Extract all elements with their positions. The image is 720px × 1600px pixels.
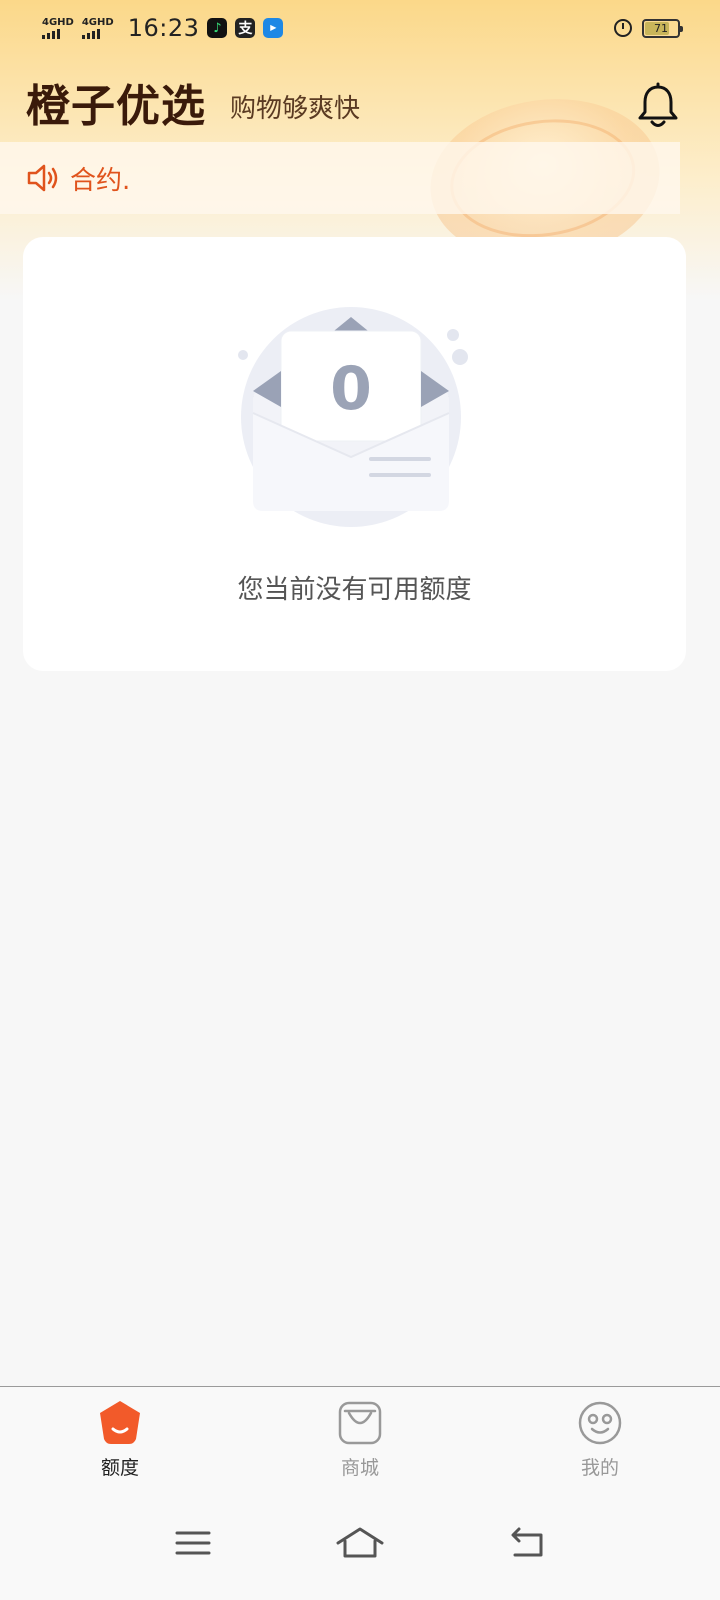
app-title: 橙子优选	[26, 81, 206, 132]
header: 橙子优选 购物够爽快	[26, 72, 680, 132]
alarm-icon	[614, 19, 632, 37]
music-app-icon: ♪	[207, 18, 228, 38]
nav-item-me[interactable]: 我的	[480, 1387, 720, 1486]
empty-envelope-illustration: 0	[238, 307, 468, 527]
bottom-nav: 额度 商城 我的	[0, 1386, 720, 1486]
app-subtitle: 购物够爽快	[230, 93, 361, 124]
nav-label: 商城	[340, 1457, 379, 1479]
bell-icon[interactable]	[636, 82, 680, 130]
back-icon[interactable]	[503, 1523, 551, 1563]
system-nav-bar	[0, 1486, 720, 1600]
notice-text: 合约.	[70, 165, 131, 196]
nav-label: 额度	[100, 1457, 139, 1479]
quota-card: 0 您当前没有可用额度	[23, 237, 686, 671]
quota-icon	[100, 1401, 140, 1444]
status-bar: 4GHD 4GHD 16:23 ♪ 支 ▶ 71	[0, 0, 720, 56]
network-type: 4GHD	[81, 16, 114, 28]
clock: 16:23	[127, 14, 200, 42]
empty-message: 您当前没有可用额度	[237, 575, 472, 605]
menu-icon[interactable]	[169, 1523, 217, 1563]
network-type: 4GHD	[42, 16, 74, 28]
speaker-icon	[27, 164, 58, 192]
signal-indicator-1: 4GHD	[42, 16, 74, 39]
alipay-icon: 支	[235, 18, 256, 38]
nav-item-quota[interactable]: 额度	[0, 1387, 240, 1486]
smiley-icon	[578, 1401, 622, 1445]
live-tv-icon: ▶	[263, 18, 284, 38]
nav-label: 我的	[580, 1457, 619, 1479]
shopping-bag-icon	[338, 1401, 382, 1445]
battery-indicator: 71	[642, 18, 683, 38]
home-icon[interactable]	[336, 1523, 384, 1563]
nav-item-mall[interactable]: 商城	[240, 1387, 480, 1486]
badge-zero: 0	[330, 354, 372, 424]
signal-indicator-2: 4GHD	[81, 16, 114, 39]
notice-bar[interactable]: 合约.	[0, 142, 680, 214]
battery-level: 71	[654, 21, 668, 35]
